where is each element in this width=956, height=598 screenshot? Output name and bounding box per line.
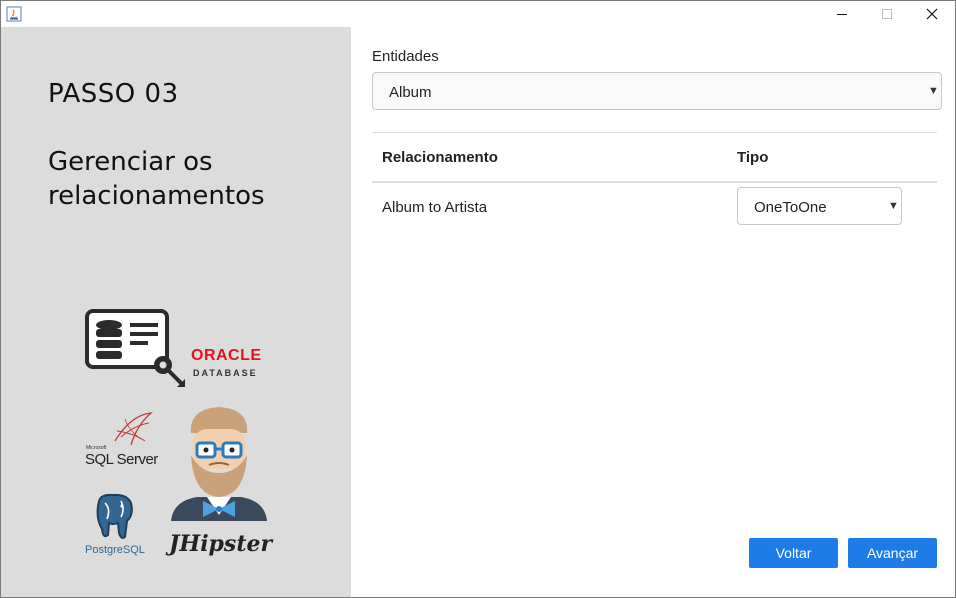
next-button[interactable]: Avançar [848,538,937,568]
close-icon [926,8,938,20]
database-logos: ORACLE DATABASE Microsoft SQL Server Pos… [81,307,281,557]
maximize-button[interactable] [864,1,910,27]
step-title: PASSO 03 [48,79,179,109]
entity-select[interactable]: Album ▼ [372,72,942,110]
sqlserver-logo-text: SQL Server [85,451,158,468]
app-window: PASSO 03 Gerenciar os relacionamentos OR… [0,0,956,598]
minimize-icon [837,14,847,15]
sqlserver-icon [114,412,153,446]
column-header-type: Tipo [737,149,769,166]
back-button[interactable]: Voltar [749,538,838,568]
jhipster-mascot-icon [171,407,267,521]
relationship-type-value: OneToOne [754,199,827,216]
postgresql-elephant-icon [96,493,133,539]
divider [372,132,937,133]
oracle-logo-text: ORACLE [191,347,262,364]
entities-label: Entidades [372,48,439,65]
oracle-database-text: DATABASE [193,368,258,378]
maximize-icon [882,9,892,19]
chevron-down-icon: ▼ [888,200,899,212]
close-button[interactable] [909,1,955,27]
relationship-name: Album to Artista [382,199,488,216]
title-bar [1,1,955,27]
step-description: Gerenciar os relacionamentos [48,147,265,211]
entity-select-value: Album [389,84,432,101]
postgresql-logo-text: PostgreSQL [85,544,145,556]
minimize-button[interactable] [819,1,865,27]
database-settings-icon [85,309,185,387]
chevron-down-icon: ▼ [928,85,939,97]
column-header-relationship: Relacionamento [382,149,498,166]
table-header-divider [372,181,937,183]
step-sidebar: PASSO 03 Gerenciar os relacionamentos OR… [1,27,351,597]
relationship-type-select[interactable]: OneToOne ▼ [737,187,902,225]
java-icon [6,6,22,22]
jhipster-logo-text: JHipster [169,531,273,557]
